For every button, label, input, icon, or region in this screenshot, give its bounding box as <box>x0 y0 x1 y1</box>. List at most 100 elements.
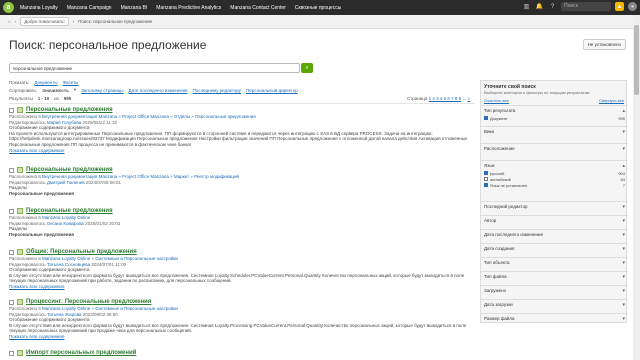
result-snippet: Персональные предложения <box>9 190 74 196</box>
search-result-4: Общие: Персональные предложения Располож… <box>9 248 475 290</box>
sort-by-director[interactable]: Персональный директор <box>246 88 298 93</box>
app-logo[interactable]: a <box>3 2 14 13</box>
top-nav-item-bi[interactable]: Manzana BI <box>121 5 148 11</box>
checkbox[interactable] <box>484 116 488 120</box>
top-nav-item-predictive[interactable]: Manzana Predictive Analytics <box>156 5 221 11</box>
breadcrumb: ⌂ › Добро пожаловать! › Поиск: персональ… <box>0 15 640 29</box>
result-title-link[interactable]: Импорт персональных предложений <box>26 349 136 357</box>
facet-option[interactable]: Документ 995 <box>484 115 625 121</box>
global-search-input[interactable]: Поиск <box>561 2 611 11</box>
facet-author: Автор ▾ <box>481 215 628 225</box>
chevron-down-icon: ▾ <box>622 301 625 308</box>
page-icon <box>17 208 23 214</box>
search-result-5: Процессинг: Персональные предложения Рас… <box>9 298 475 340</box>
pagination-pages[interactable]: 1 2 3 4 5 6 7 8 9 <box>429 96 462 101</box>
result-checkbox[interactable] <box>9 167 14 173</box>
top-nav-item-loyalty[interactable]: Manzana Loyalty <box>20 5 58 11</box>
chevron-down-icon: ▾ <box>622 287 625 294</box>
top-nav-item-processes[interactable]: Сквозные процессы <box>295 5 341 11</box>
facet-last-editor: Последний редактор ▾ <box>481 201 628 211</box>
apps-icon[interactable]: ▲ <box>615 2 624 11</box>
page-icon <box>17 350 23 356</box>
pagination-next[interactable]: » <box>467 96 470 101</box>
result-checkbox[interactable] <box>9 350 14 356</box>
chevron-up-icon: ▴ <box>622 107 625 114</box>
checkbox[interactable] <box>484 183 488 187</box>
search-result-1: Персональные предложения Расположено в В… <box>9 106 475 153</box>
top-nav: Manzana Loyalty Manzana Campaign Manzana… <box>20 5 350 11</box>
top-nav-item-campaign[interactable]: Manzana Campaign <box>67 5 112 11</box>
not-installed-button[interactable]: Не установлено <box>582 39 626 50</box>
facet-result-type: Тип результата ▴ Документ 995 <box>481 105 628 121</box>
result-show-more-link[interactable]: Показать всю содержимое <box>9 148 475 154</box>
facet-location: Расположение ▾ <box>481 143 628 153</box>
show-facets-link[interactable]: Фасеты <box>63 80 79 85</box>
sort-by-modified[interactable]: Дате последнего изменения <box>129 88 188 93</box>
facet-upload-date: Дата загрузки ▾ <box>481 299 628 309</box>
search-result-3: Персональные предложения Расположено в M… <box>9 207 475 237</box>
search-result-2: Персональные предложения Расположено в В… <box>9 166 475 196</box>
page-title: Поиск: персональное предложение <box>9 38 207 52</box>
result-snippet: На проекте используются интегрированные … <box>9 130 468 147</box>
checkbox[interactable] <box>484 171 488 175</box>
page-icon <box>17 299 23 305</box>
search-button[interactable]: ⌕ <box>301 63 313 73</box>
help-icon[interactable]: ? <box>548 2 557 11</box>
result-checkbox[interactable] <box>9 208 14 214</box>
facet-object-type: Тип объекта ▾ <box>481 257 628 267</box>
breadcrumb-item-welcome[interactable]: Добро пожаловать! <box>20 17 69 26</box>
scrollbar-thumb[interactable] <box>634 25 639 95</box>
facet-file-type: Тип файла ▾ <box>481 271 628 281</box>
sort-options: Сортировать: Значимость ▾ Заголовку стра… <box>9 87 298 93</box>
sort-relevance[interactable]: Значимость <box>42 88 69 93</box>
divider <box>9 103 475 104</box>
facet-modified-date: Дата последнего изменения ▾ <box>481 229 628 239</box>
checkbox[interactable] <box>484 177 488 181</box>
collapse-all-link[interactable]: Свернуть все <box>599 98 624 103</box>
chevron-down-icon: ▾ <box>73 87 77 92</box>
refine-subtitle: Выберите категории и фильтры по текущим … <box>484 90 590 95</box>
avatar[interactable]: ● <box>628 2 637 11</box>
facet-file-size: Размер файла ▾ <box>481 313 628 323</box>
chart-icon[interactable]: ▥ <box>522 2 531 11</box>
show-documents-link[interactable]: Документы <box>34 80 57 85</box>
result-show-more-link[interactable]: Показать всю содержимое <box>9 284 475 290</box>
chevron-down-icon: ▾ <box>622 145 625 152</box>
breadcrumb-item-search[interactable]: Поиск: персональное предложение <box>78 19 152 24</box>
refine-search-panel: Уточните свой поиск Выберите категории и… <box>480 80 628 323</box>
scrollbar[interactable] <box>633 15 640 360</box>
home-icon[interactable]: ⌂ <box>8 19 11 24</box>
bell-icon[interactable]: 🔔 <box>535 2 544 11</box>
chevron-down-icon: ▾ <box>622 273 625 280</box>
facet-option[interactable]: Язык не установлен 7 <box>484 182 625 188</box>
top-nav-item-contact-center[interactable]: Manzana Contact Center <box>230 5 286 11</box>
sort-by-title[interactable]: Заголовку страницы <box>81 88 123 93</box>
page-icon <box>17 249 23 255</box>
sort-by-editor[interactable]: Последнему редактору <box>193 88 242 93</box>
result-title-link[interactable]: Персональные предложения <box>26 207 113 215</box>
show-label: Показать: <box>9 80 30 85</box>
result-title-link[interactable]: Персональные предложения <box>26 106 113 114</box>
chevron-down-icon: ▾ <box>622 259 625 266</box>
result-title-link[interactable]: Общие: Персональные предложения <box>26 248 137 256</box>
result-title-link[interactable]: Персональные предложения <box>26 166 113 174</box>
clear-all-link[interactable]: Очистить все <box>484 98 509 103</box>
result-checkbox[interactable] <box>9 299 14 305</box>
facet-wiki: Вики ▾ <box>481 126 628 136</box>
result-show-more-link[interactable]: Показать всю содержимое <box>9 334 475 340</box>
results-summary: Результаты 1 - 10 из 995 <box>9 96 72 101</box>
search-input[interactable]: персональное предложение <box>9 63 300 73</box>
facet-uploaded: Загружено ▾ <box>481 285 628 295</box>
show-options: Показать: Документы Фасеты <box>9 80 78 85</box>
top-navigation-bar: a Manzana Loyalty Manzana Campaign Manza… <box>0 0 640 15</box>
result-checkbox[interactable] <box>9 107 14 113</box>
pagination: Страница 1 2 3 4 5 6 7 8 9 ... » <box>406 96 470 101</box>
chevron-down-icon: ▾ <box>622 245 625 252</box>
chevron-down-icon: ▾ <box>622 217 625 224</box>
chevron-up-icon: ▴ <box>622 162 625 169</box>
chevron-down-icon: ▾ <box>622 315 625 322</box>
top-right-tools: ▥ 🔔 ? Поиск ▲ ● <box>522 2 637 11</box>
result-title-link[interactable]: Процессинг: Персональные предложения <box>26 298 151 306</box>
result-checkbox[interactable] <box>9 249 14 255</box>
chevron-down-icon: ▾ <box>622 128 625 135</box>
